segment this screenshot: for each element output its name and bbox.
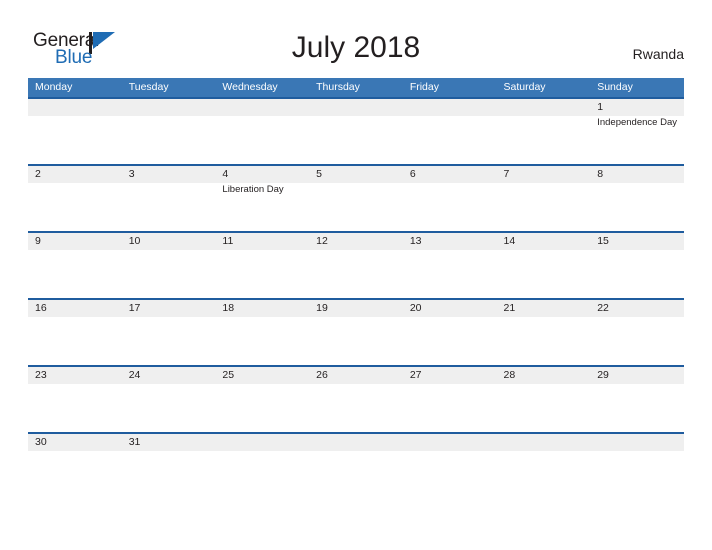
weekday-header-wednesday: Wednesday	[222, 81, 278, 93]
day-cell[interactable]: 16	[28, 300, 122, 367]
day-cell[interactable]	[28, 99, 122, 166]
day-number: 10	[128, 235, 141, 247]
day-number: 18	[222, 302, 235, 314]
day-number: 17	[128, 302, 141, 314]
calendar-page: General Blue July 2018 Rwanda Monday Tue…	[0, 0, 712, 550]
day-cell[interactable]	[122, 99, 216, 166]
day-number: 5	[316, 168, 322, 180]
day-number: 16	[35, 302, 47, 314]
day-cell[interactable]	[590, 434, 684, 501]
day-number: 8	[597, 168, 604, 180]
weekday-header-saturday: Saturday	[503, 81, 546, 93]
page-title: July 2018	[291, 31, 421, 64]
day-cell[interactable]: 14	[497, 233, 591, 300]
day-cell[interactable]: 5	[309, 166, 403, 233]
week-row: 16 17 18 19 20 21 22	[28, 298, 684, 365]
week-cells: 2 3 4 Liberation Day 5 6 7 8	[28, 166, 684, 233]
day-cell[interactable]: 11	[215, 233, 309, 300]
day-cell[interactable]: 1 Independence Day	[590, 99, 684, 166]
day-number: 20	[409, 302, 422, 314]
day-cell[interactable]	[309, 434, 403, 501]
day-cell[interactable]	[215, 99, 309, 166]
day-cell[interactable]: 24	[122, 367, 216, 434]
weekday-header-thursday: Thursday	[316, 81, 360, 93]
weekday-header-row: Monday Tuesday Wednesday Thursday Friday…	[28, 78, 684, 97]
day-cell[interactable]: 15	[590, 233, 684, 300]
week-row: 30 31	[28, 432, 684, 499]
day-number: 15	[597, 235, 609, 247]
day-number: 25	[222, 369, 235, 381]
day-number: 26	[316, 369, 328, 381]
day-number: 24	[128, 369, 141, 381]
day-number: 11	[222, 235, 234, 247]
day-cell[interactable]: 6	[403, 166, 497, 233]
day-cell[interactable]: 26	[309, 367, 403, 434]
week-cells: 16 17 18 19 20 21 22	[28, 300, 684, 367]
week-row: 23 24 25 26 27 28 29	[28, 365, 684, 432]
day-cell[interactable]	[497, 434, 591, 501]
weekday-header-sunday: Sunday	[597, 81, 633, 93]
day-number: 27	[409, 369, 422, 381]
day-cell[interactable]: 22	[590, 300, 684, 367]
day-cell[interactable]: 3	[122, 166, 216, 233]
week-row: 2 3 4 Liberation Day 5 6 7 8	[28, 164, 684, 231]
day-number: 12	[316, 235, 328, 247]
region-label: Rwanda	[632, 46, 684, 62]
day-cell[interactable]	[403, 99, 497, 166]
day-cell[interactable]: 29	[590, 367, 684, 434]
day-number: 1	[597, 101, 604, 113]
day-event: Independence Day	[597, 117, 677, 128]
day-cell[interactable]: 17	[122, 300, 216, 367]
day-cell[interactable]: 27	[403, 367, 497, 434]
day-cell[interactable]: 2	[28, 166, 122, 233]
day-number: 7	[503, 168, 510, 180]
day-number: 3	[128, 168, 135, 180]
day-cell[interactable]: 7	[497, 166, 591, 233]
week-cells: 9 10 11 12 13 14 15	[28, 233, 684, 300]
week-cells: 1 Independence Day	[28, 99, 684, 166]
day-cell[interactable]: 10	[122, 233, 216, 300]
day-cell[interactable]: 4 Liberation Day	[215, 166, 309, 233]
day-cell[interactable]: 13	[403, 233, 497, 300]
day-cell[interactable]: 25	[215, 367, 309, 434]
day-number: 9	[35, 235, 41, 247]
day-cell[interactable]: 12	[309, 233, 403, 300]
day-number: 14	[503, 235, 516, 247]
day-cell[interactable]: 21	[497, 300, 591, 367]
day-cell[interactable]: 19	[309, 300, 403, 367]
page-header: General Blue July 2018 Rwanda	[0, 0, 712, 76]
week-cells: 23 24 25 26 27 28 29	[28, 367, 684, 434]
weekday-header-tuesday: Tuesday	[128, 81, 169, 93]
day-cell[interactable]	[403, 434, 497, 501]
day-cell[interactable]	[309, 99, 403, 166]
day-number: 28	[503, 369, 516, 381]
day-cell[interactable]: 23	[28, 367, 122, 434]
day-cell[interactable]	[215, 434, 309, 501]
day-number: 30	[35, 436, 47, 448]
day-number: 2	[35, 168, 41, 180]
day-cell[interactable]	[497, 99, 591, 166]
day-number: 4	[222, 168, 229, 180]
day-number: 22	[597, 302, 609, 314]
day-number: 6	[409, 168, 416, 180]
day-cell[interactable]: 8	[590, 166, 684, 233]
day-cell[interactable]: 28	[497, 367, 591, 434]
week-row: 9 10 11 12 13 14 15	[28, 231, 684, 298]
day-number: 23	[35, 369, 47, 381]
weekday-header-friday: Friday	[409, 81, 439, 93]
day-cell[interactable]: 20	[403, 300, 497, 367]
calendar-grid: Monday Tuesday Wednesday Thursday Friday…	[28, 78, 684, 499]
week-row: 1 Independence Day	[28, 97, 684, 164]
day-number: 31	[128, 436, 141, 448]
day-cell[interactable]: 18	[215, 300, 309, 367]
day-number: 29	[597, 369, 609, 381]
day-cell[interactable]: 31	[122, 434, 216, 501]
day-number: 21	[503, 302, 516, 314]
week-cells: 30 31	[28, 434, 684, 501]
weekday-header-monday: Monday	[35, 81, 73, 93]
day-number: 19	[316, 302, 328, 314]
day-cell[interactable]: 30	[28, 434, 122, 501]
day-number: 13	[409, 235, 422, 247]
day-cell[interactable]: 9	[28, 233, 122, 300]
